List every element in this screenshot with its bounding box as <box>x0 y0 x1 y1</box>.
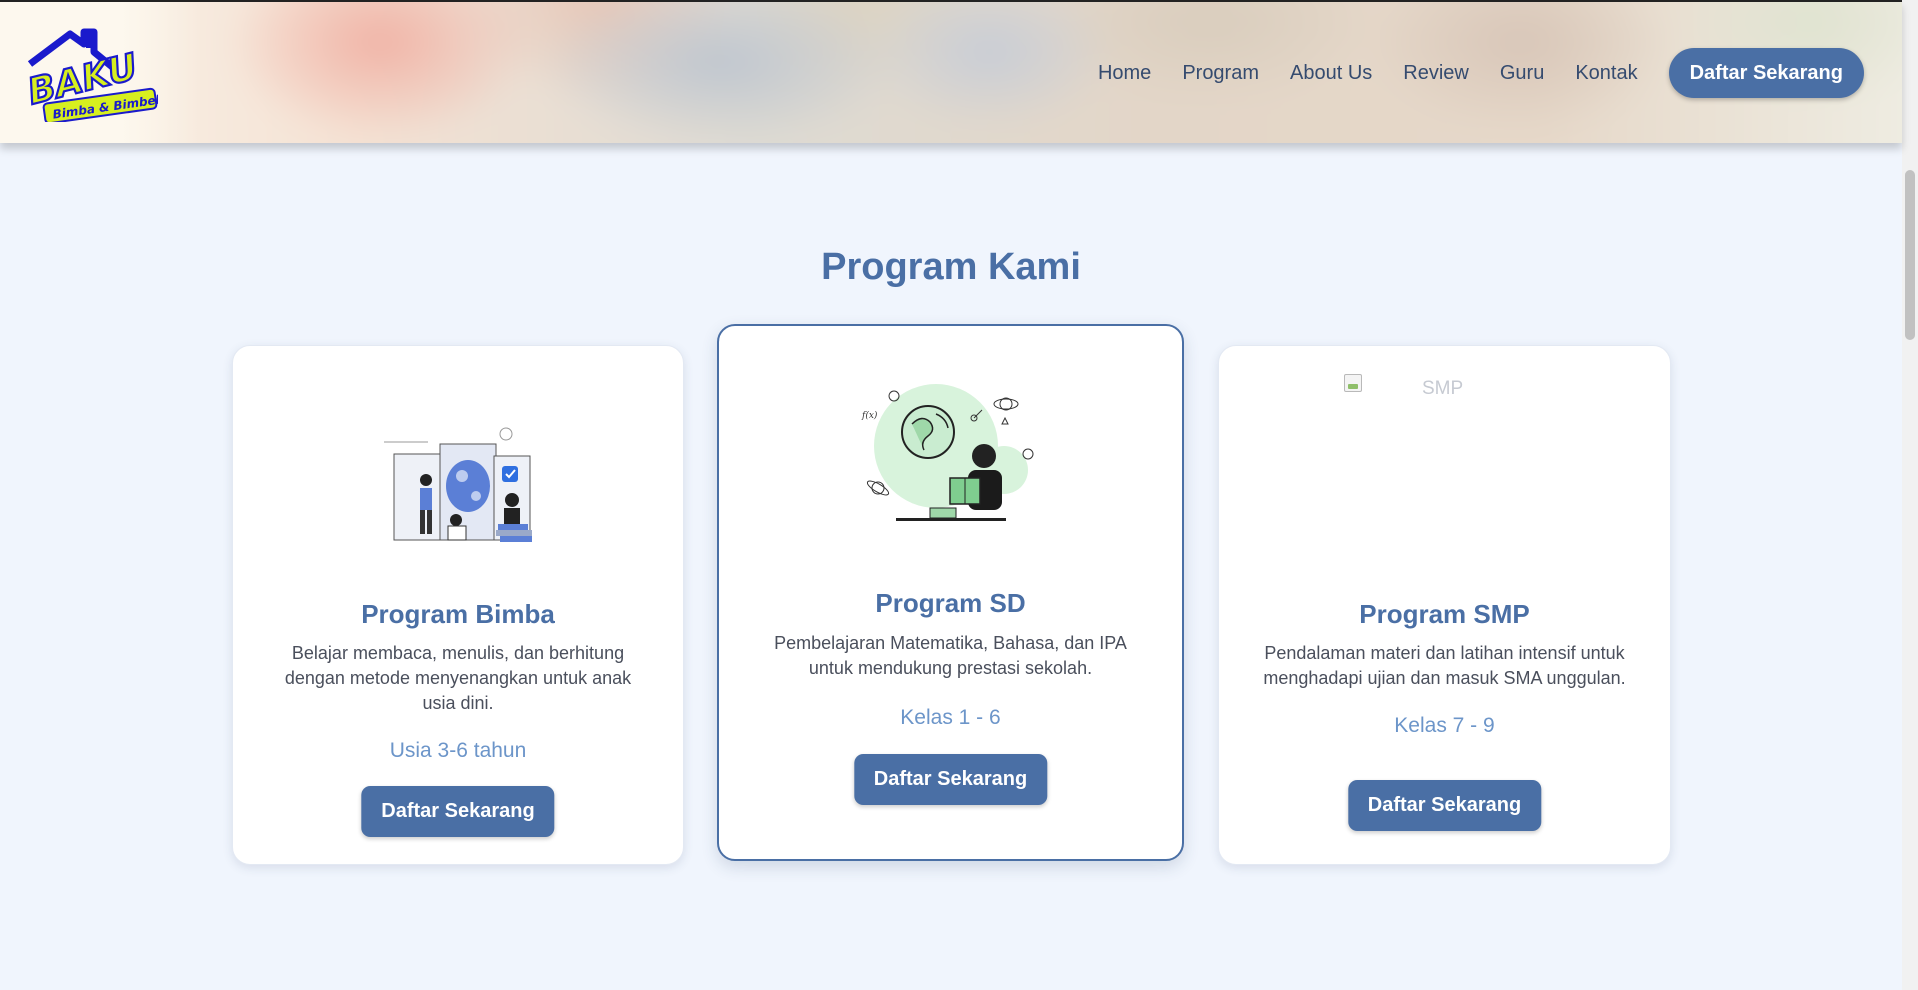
nav-guru[interactable]: Guru <box>1500 62 1544 85</box>
card-grade-range: Kelas 1 - 6 <box>900 706 1001 729</box>
nav-about-us[interactable]: About Us <box>1290 62 1372 85</box>
scrollbar-thumb[interactable] <box>1905 170 1915 340</box>
smp-image-broken: SMP <box>1344 374 1463 400</box>
broken-image-icon <box>1344 374 1362 392</box>
register-button-sd[interactable]: Daftar Sekarang <box>853 754 1048 805</box>
student-globe-illustration: f(x) <box>861 384 1033 521</box>
reading-kids-illustration <box>384 427 532 542</box>
site-header: BAKU Bimba & Bimbel Home Program About U… <box>0 0 1902 143</box>
register-button-smp[interactable]: Daftar Sekarang <box>1347 780 1542 831</box>
nav-home[interactable]: Home <box>1098 62 1151 85</box>
nav-review[interactable]: Review <box>1403 62 1469 85</box>
program-card-bimba: Program Bimba Belajar membaca, menulis, … <box>232 345 684 865</box>
program-card-sd: f(x) Program SD Pembelajaran Matematika,… <box>717 324 1184 861</box>
card-age-range: Usia 3-6 tahun <box>389 739 527 762</box>
page-scrollbar[interactable] <box>1902 0 1918 990</box>
card-title: Program Bimba <box>361 599 555 629</box>
main-nav: Home Program About Us Review Guru Kontak… <box>1098 48 1864 98</box>
baku-logo[interactable]: BAKU Bimba & Bimbel <box>24 26 158 122</box>
card-grade-range: Kelas 7 - 9 <box>1394 714 1495 737</box>
program-card-smp: Program SMP Pendalaman materi dan latiha… <box>1218 345 1671 865</box>
image-alt-text: SMP <box>1422 378 1464 399</box>
card-title: Program SMP <box>1359 599 1530 629</box>
card-description: Belajar membaca, menulis, dan berhitung … <box>284 643 632 713</box>
svg-text:f(x): f(x) <box>861 410 878 421</box>
card-description: Pendalaman materi dan latihan intensif u… <box>1263 643 1626 688</box>
card-title: Program SD <box>875 588 1026 618</box>
nav-kontak[interactable]: Kontak <box>1575 62 1637 85</box>
register-button-bimba[interactable]: Daftar Sekarang <box>361 786 555 837</box>
nav-program[interactable]: Program <box>1182 62 1259 85</box>
section-title: Program Kami <box>821 246 1081 288</box>
header-register-button[interactable]: Daftar Sekarang <box>1668 48 1864 98</box>
card-description: Pembelajaran Matematika, Bahasa, dan IPA… <box>774 633 1127 678</box>
